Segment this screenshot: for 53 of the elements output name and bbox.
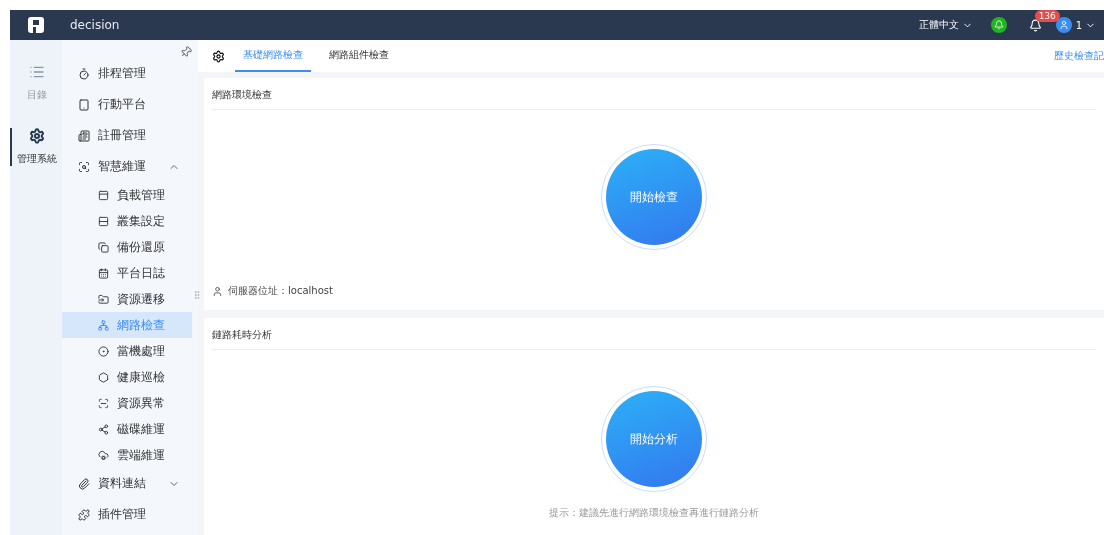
paperclip-icon [78,477,90,490]
submenu-item[interactable]: 當機處理 [62,338,192,364]
menu-item[interactable]: 行動平台 [62,89,192,120]
submenu-item[interactable]: 負載管理 [62,182,192,208]
panel-title: 網路環境檢查 [212,78,1096,110]
bell-icon[interactable] [990,17,1007,33]
calendar-icon [98,267,109,279]
submenu-item[interactable]: 磁碟維運 [62,416,192,442]
document-icon [78,129,90,142]
submenu-item[interactable]: 雲端維運 [62,442,192,468]
drag-handle-icon[interactable] [192,290,202,300]
history-link[interactable]: 歷史檢查記 [1054,49,1104,63]
share-icon [98,423,109,435]
network-icon [98,319,109,331]
tab[interactable]: 網路組件檢查 [321,40,397,72]
hint-text: 提示：建議先進行網路環境檢查再進行鏈路分析 [549,506,759,520]
server-address: 伺服器位址：localhost [228,284,333,298]
submenu-item[interactable]: 健康巡檢 [62,364,192,390]
puzzle-icon [78,508,90,521]
submenu-item[interactable]: 平台日誌 [62,260,192,286]
panel-icon [98,189,109,201]
scan-icon [78,160,90,173]
menu-item[interactable]: 資料連結 [62,468,192,499]
submenu-item[interactable]: 資源異常 [62,390,192,416]
menu-item[interactable]: 排程管理 [62,58,192,89]
circle-dot-icon [98,345,109,357]
settings-icon[interactable] [212,49,225,63]
tab[interactable]: 基礎網路檢查 [235,40,311,72]
user-name[interactable]: 1 [1075,19,1082,31]
menu-item[interactable]: 插件管理 [62,499,192,530]
submenu-item[interactable]: 叢集設定 [62,208,192,234]
avatar-icon[interactable] [1055,17,1072,33]
panel-title: 鏈路耗時分析 [212,318,1096,350]
menu-item[interactable]: 智慧維運 [62,151,192,182]
submenu-item[interactable]: 備份還原 [62,234,192,260]
tablet-icon [78,98,90,111]
rows-icon [98,215,109,227]
folder-icon [98,293,109,305]
copy-icon [98,241,109,253]
notification-badge: 136 [1034,9,1060,22]
submenu-item[interactable]: 資源遷移 [62,286,192,312]
cloud-icon [98,449,109,461]
settings-icon [29,128,45,144]
hexagon-icon [98,371,109,383]
app-name: decision [70,18,120,32]
server-icon [212,285,223,297]
scan-icon [98,397,109,409]
notification-icon[interactable] [1028,18,1042,32]
menu-item[interactable]: 註冊管理 [62,120,192,151]
timer-icon [78,67,90,80]
logo-icon [27,16,45,34]
language-select[interactable]: 正體中文 [918,18,973,32]
list-icon [29,64,45,80]
